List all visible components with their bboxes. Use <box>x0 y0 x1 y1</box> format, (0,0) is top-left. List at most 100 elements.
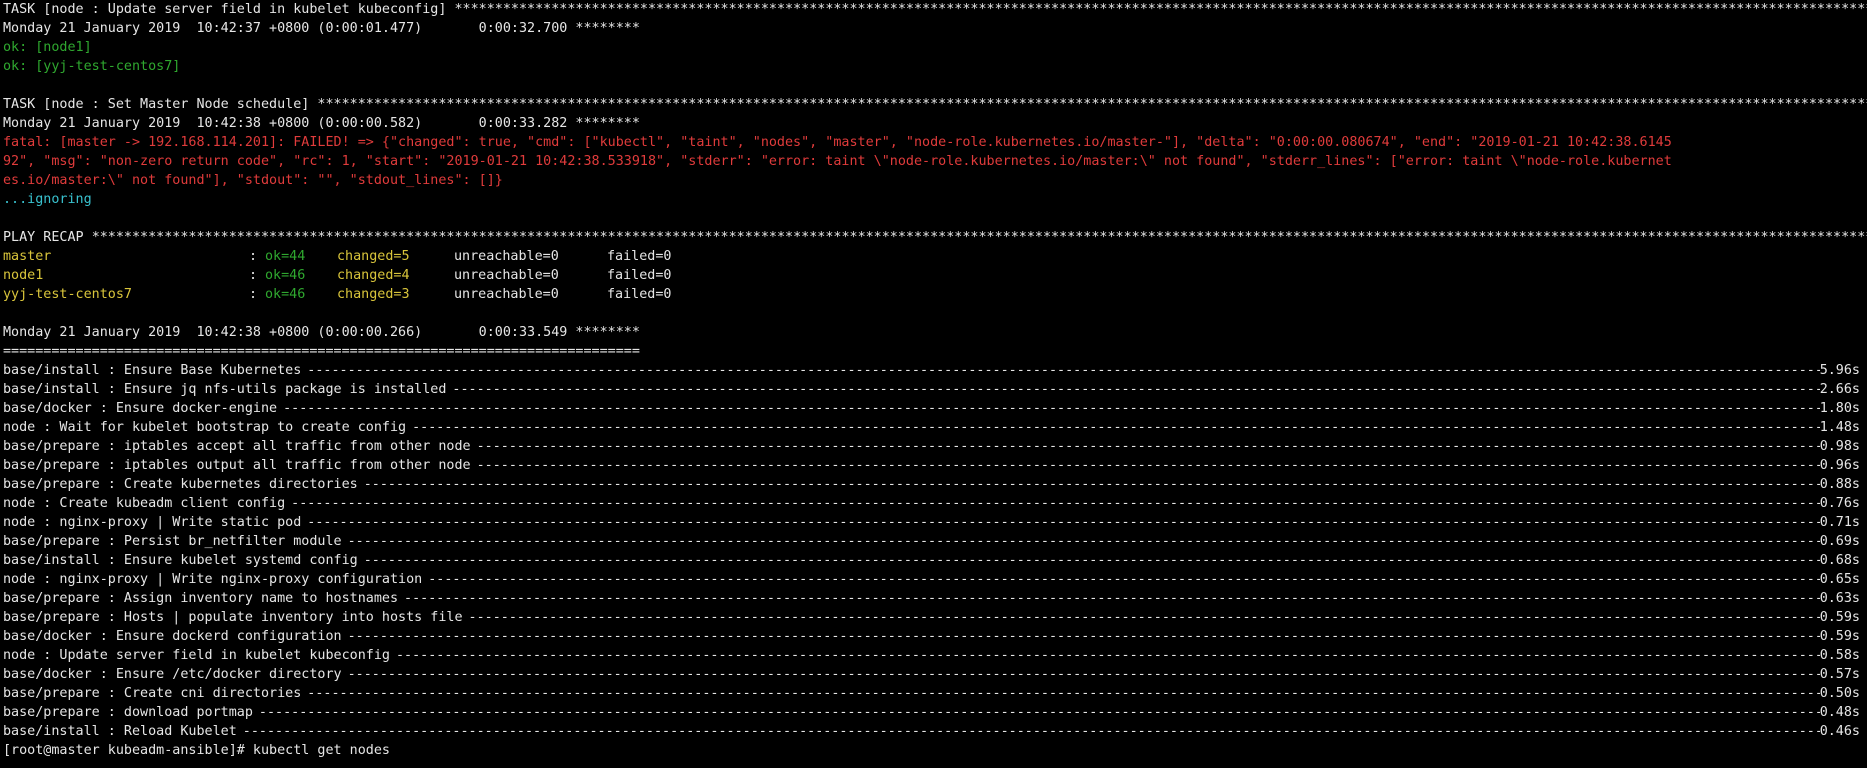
task-title: TASK [node : Set Master Node schedule] <box>3 97 318 112</box>
profile-task-name: base/prepare : Persist br_netfilter modu… <box>3 534 342 549</box>
profile-task-duration: 0.96s <box>1819 458 1860 473</box>
profile-task-name: node : Wait for kubelet bootstrap to cre… <box>3 420 407 435</box>
task-error-line: es.io/master:\" not found"], "stdout": "… <box>3 173 503 188</box>
profile-task-duration: 0.71s <box>1819 515 1860 530</box>
profile-task-duration: 0.65s <box>1819 572 1860 587</box>
profile-task-duration: 5.96s <box>1819 363 1860 378</box>
recap-ok: ok=46 <box>265 268 306 283</box>
profile-task-name: base/prepare : Assign inventory name to … <box>3 591 399 606</box>
recap-separator: : <box>249 287 266 302</box>
task-header: TASK [node : Set Master Node schedule] *… <box>0 95 1867 114</box>
profile-task-duration: 0.46s <box>1819 724 1860 739</box>
task-banner-stars: ****************************************… <box>454 2 1867 17</box>
profile-task-name: base/install : Ensure kubelet systemd co… <box>3 553 358 568</box>
profile-task-row: base/prepare : Create kubernetes directo… <box>0 475 1867 494</box>
profile-task-row: base/install : Ensure kubelet systemd co… <box>0 551 1867 570</box>
profile-task-name: base/docker : Ensure dockerd configurati… <box>3 629 342 644</box>
profile-task-leader: ----------------------------------------… <box>452 382 1819 397</box>
profile-task-row: node : Update server field in kubelet ku… <box>0 646 1867 665</box>
profile-task-row: base/prepare : iptables output all traff… <box>0 456 1867 475</box>
recap-host: master <box>3 249 52 264</box>
profile-task-leader: ----------------------------------------… <box>347 534 1820 549</box>
profile-task-duration: 0.59s <box>1819 610 1860 625</box>
task-result-ok: ok: [node1] <box>3 40 92 55</box>
profile-task-leader: ----------------------------------------… <box>468 610 1820 625</box>
profile-task-leader: ----------------------------------------… <box>307 686 1820 701</box>
recap-changed: changed=5 <box>337 249 410 264</box>
profile-task-row: node : nginx-proxy | Write nginx-proxy c… <box>0 570 1867 589</box>
recap-header: PLAY RECAP *****************************… <box>0 228 1867 247</box>
profile-task-name: base/prepare : Hosts | populate inventor… <box>3 610 463 625</box>
profile-task-name: base/install : Ensure jq nfs-utils packa… <box>3 382 447 397</box>
profile-task-duration: 0.48s <box>1819 705 1860 720</box>
profile-task-duration: 0.57s <box>1819 667 1860 682</box>
task-banner-stars: ****************************************… <box>317 97 1867 112</box>
profile-task-row: base/install : Ensure jq nfs-utils packa… <box>0 380 1867 399</box>
profile-task-name: node : Update server field in kubelet ku… <box>3 648 390 663</box>
profile-task-duration: 2.66s <box>1819 382 1860 397</box>
profile-task-leader: ----------------------------------------… <box>283 401 1820 416</box>
profile-task-row: base/docker : Ensure docker-engine ------… <box>0 399 1867 418</box>
profile-task-leader: ----------------------------------------… <box>307 515 1820 530</box>
profile-task-name: node : Create kubeadm client config <box>3 496 286 511</box>
recap-host: yyj-test-centos7 <box>3 287 132 302</box>
profile-task-list: base/install : Ensure Base Kubernetes ---… <box>0 361 1867 741</box>
profile-task-row: node : Create kubeadm client config -----… <box>0 494 1867 513</box>
profile-task-row: base/prepare : Create cni directories ---… <box>0 684 1867 703</box>
profile-task-leader: ----------------------------------------… <box>363 477 1820 492</box>
profile-task-duration: 0.76s <box>1819 496 1860 511</box>
recap-title: PLAY RECAP <box>3 230 92 245</box>
profile-task-leader: ----------------------------------------… <box>404 591 1820 606</box>
profile-task-duration: 0.68s <box>1819 553 1860 568</box>
task-timestamp: Monday 21 January 2019 10:42:38 +0800 (0… <box>3 116 640 131</box>
profile-task-row: base/docker : Ensure /etc/docker directo… <box>0 665 1867 684</box>
profile-task-duration: 0.88s <box>1819 477 1860 492</box>
profile-task-name: node : nginx-proxy | Write static pod <box>3 515 302 530</box>
profile-task-name: base/prepare : Create kubernetes directo… <box>3 477 358 492</box>
profile-task-row: base/prepare : Assign inventory name to … <box>0 589 1867 608</box>
profile-task-row: node : nginx-proxy | Write static pod ---… <box>0 513 1867 532</box>
recap-ok: ok=46 <box>265 287 306 302</box>
profile-task-duration: 0.63s <box>1819 591 1860 606</box>
recap-ok: ok=44 <box>265 249 306 264</box>
profile-task-row: node : Wait for kubelet bootstrap to cre… <box>0 418 1867 437</box>
recap-timestamp: Monday 21 January 2019 10:42:38 +0800 (0… <box>3 325 640 340</box>
profile-task-name: base/install : Ensure Base Kubernetes <box>3 363 302 378</box>
profile-task-leader: ----------------------------------------… <box>347 629 1820 644</box>
profile-task-leader: ----------------------------------------… <box>363 553 1820 568</box>
recap-host: node1 <box>3 268 44 283</box>
profile-task-duration: 0.98s <box>1819 439 1860 454</box>
profile-task-name: node : nginx-proxy | Write nginx-proxy c… <box>3 572 423 587</box>
profile-task-leader: ----------------------------------------… <box>291 496 1820 511</box>
recap-banner-stars: ****************************************… <box>91 230 1867 245</box>
task-header: TASK [node : Update server field in kube… <box>0 0 1867 19</box>
profile-task-leader: ----------------------------------------… <box>307 363 1820 378</box>
recap-failed: failed=0 <box>607 268 672 283</box>
task-title: TASK [node : Update server field in kube… <box>3 2 455 17</box>
recap-changed: changed=4 <box>337 268 410 283</box>
profile-task-leader: ----------------------------------------… <box>412 420 1820 435</box>
recap-row: yyj-test-centos7: ok=46 changed=3 unreacha… <box>0 285 1867 304</box>
shell-command[interactable]: kubectl get nodes <box>253 743 390 758</box>
recap-changed: changed=3 <box>337 287 410 302</box>
profile-task-name: base/prepare : iptables accept all traff… <box>3 439 471 454</box>
profile-task-row: base/prepare : iptables accept all traff… <box>0 437 1867 456</box>
profile-task-duration: 0.69s <box>1819 534 1860 549</box>
profile-task-row: base/prepare : Hosts | populate inventor… <box>0 608 1867 627</box>
profile-task-leader: ----------------------------------------… <box>395 648 1820 663</box>
profile-task-leader: ----------------------------------------… <box>258 705 1820 720</box>
recap-separator: : <box>249 268 266 283</box>
profile-task-duration: 0.59s <box>1819 629 1860 644</box>
shell-prompt-line[interactable]: [root@master kubeadm-ansible]# kubectl g… <box>0 741 1867 760</box>
profile-task-name: base/prepare : Create cni directories <box>3 686 302 701</box>
shell-prompt: [root@master kubeadm-ansible]# <box>3 743 253 758</box>
task-error-line: fatal: [master -> 192.168.114.201]: FAIL… <box>3 135 1672 150</box>
terminal-window[interactable]: TASK [node : Update server field in kube… <box>0 0 1867 768</box>
profile-task-duration: 1.80s <box>1819 401 1860 416</box>
task-error-line: 92", "msg": "non-zero return code", "rc"… <box>3 154 1672 169</box>
profile-task-duration: 0.50s <box>1819 686 1860 701</box>
profile-task-duration: 0.58s <box>1819 648 1860 663</box>
profile-task-duration: 1.48s <box>1819 420 1860 435</box>
